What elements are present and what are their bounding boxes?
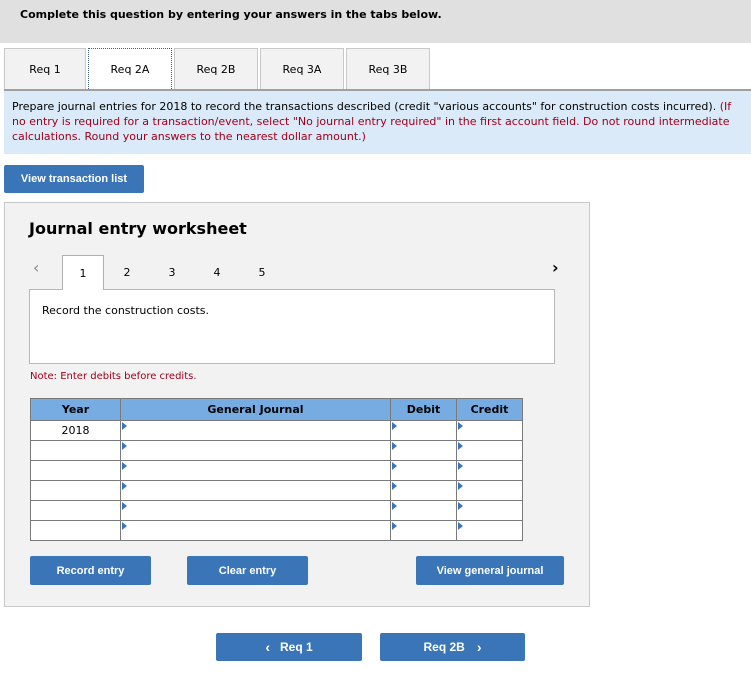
account-field[interactable] — [120, 440, 391, 461]
debits-note: Note: Enter debits before credits. — [30, 371, 197, 382]
tab-req-1[interactable]: Req 1 — [4, 48, 86, 90]
dropdown-marker-icon — [122, 522, 127, 530]
table-row: 2018 — [30, 420, 523, 441]
instructions-main: Prepare journal entries for 2018 to reco… — [12, 100, 717, 113]
tab-label: Req 3A — [282, 63, 322, 76]
year-cell — [30, 520, 121, 541]
table-header-row: Year General Journal Debit Credit — [30, 398, 523, 421]
table-row — [30, 520, 523, 541]
input-marker-icon — [458, 522, 463, 530]
input-marker-icon — [392, 442, 397, 450]
account-field[interactable] — [120, 420, 391, 441]
dropdown-marker-icon — [122, 482, 127, 490]
tab-label: Req 1 — [29, 63, 61, 76]
input-marker-icon — [392, 502, 397, 510]
clear-entry-button[interactable]: Clear entry — [187, 556, 308, 585]
column-header-credit: Credit — [456, 398, 523, 421]
record-entry-button[interactable]: Record entry — [30, 556, 151, 585]
tab-req-2a[interactable]: Req 2A — [88, 48, 172, 91]
page-tab-1[interactable]: 1 — [62, 255, 104, 290]
dropdown-marker-icon — [122, 442, 127, 450]
account-field[interactable] — [120, 460, 391, 481]
credit-field[interactable] — [456, 520, 523, 541]
requirement-tabs: Req 1 Req 2A Req 2B Req 3A Req 3B — [4, 48, 432, 91]
debit-field[interactable] — [390, 480, 457, 501]
chevron-right-icon[interactable]: › — [552, 258, 559, 277]
input-marker-icon — [458, 442, 463, 450]
transaction-description-box: Record the construction costs. — [29, 289, 555, 364]
credit-field[interactable] — [456, 440, 523, 461]
tab-label: Req 2B — [196, 63, 236, 76]
input-marker-icon — [458, 482, 463, 490]
tab-label: Req 3B — [368, 63, 408, 76]
debit-field[interactable] — [390, 500, 457, 521]
credit-field[interactable] — [456, 480, 523, 501]
next-requirement-label: Req 2B — [423, 640, 465, 654]
credit-field[interactable] — [456, 420, 523, 441]
dropdown-marker-icon — [122, 422, 127, 430]
account-field[interactable] — [120, 480, 391, 501]
input-marker-icon — [392, 422, 397, 430]
year-cell — [30, 480, 121, 501]
column-header-debit: Debit — [390, 398, 457, 421]
debit-field[interactable] — [390, 520, 457, 541]
tab-req-3a[interactable]: Req 3A — [260, 48, 344, 90]
prev-requirement-label: Req 1 — [279, 640, 313, 654]
debit-field[interactable] — [390, 420, 457, 441]
year-cell: 2018 — [30, 420, 121, 441]
chevron-left-icon[interactable]: ‹ — [33, 258, 39, 277]
chevron-left-icon: ‹ — [265, 639, 270, 655]
question-banner: Complete this question by entering your … — [0, 0, 751, 43]
tab-req-2b[interactable]: Req 2B — [174, 48, 258, 90]
table-row — [30, 500, 523, 521]
page-tab-3[interactable]: 3 — [151, 255, 193, 289]
table-row — [30, 440, 523, 461]
input-marker-icon — [458, 422, 463, 430]
view-transaction-list-button[interactable]: View transaction list — [4, 165, 144, 193]
input-marker-icon — [392, 462, 397, 470]
page-tab-5[interactable]: 5 — [241, 255, 283, 289]
account-field[interactable] — [120, 500, 391, 521]
tab-label: Req 2A — [110, 63, 150, 76]
page-number: 2 — [123, 265, 131, 279]
journal-table: Year General Journal Debit Credit 2018 — [30, 398, 523, 541]
column-header-year: Year — [30, 398, 121, 421]
input-marker-icon — [392, 522, 397, 530]
page-number: 4 — [213, 265, 221, 279]
column-header-general-journal: General Journal — [120, 398, 391, 421]
credit-field[interactable] — [456, 500, 523, 521]
input-marker-icon — [458, 462, 463, 470]
worksheet-title: Journal entry worksheet — [29, 219, 247, 238]
input-marker-icon — [392, 482, 397, 490]
next-requirement-button[interactable]: Req 2B › — [380, 633, 525, 661]
year-cell — [30, 500, 121, 521]
account-field[interactable] — [120, 520, 391, 541]
year-cell — [30, 440, 121, 461]
table-row — [30, 480, 523, 501]
banner-title: Complete this question by entering your … — [20, 8, 442, 21]
debit-field[interactable] — [390, 460, 457, 481]
view-general-journal-button[interactable]: View general journal — [416, 556, 564, 585]
page-number: 1 — [79, 266, 87, 280]
debit-field[interactable] — [390, 440, 457, 461]
dropdown-marker-icon — [122, 462, 127, 470]
credit-field[interactable] — [456, 460, 523, 481]
page-number: 5 — [258, 265, 266, 279]
instructions-panel: Prepare journal entries for 2018 to reco… — [4, 91, 751, 154]
page-tab-4[interactable]: 4 — [196, 255, 238, 289]
table-row — [30, 460, 523, 481]
journal-entry-worksheet: Journal entry worksheet ‹ 1 2 3 4 5 › Re… — [4, 202, 590, 607]
input-marker-icon — [458, 502, 463, 510]
page-number: 3 — [168, 265, 176, 279]
page-tab-2[interactable]: 2 — [106, 255, 148, 289]
prev-requirement-button[interactable]: ‹ Req 1 — [216, 633, 362, 661]
chevron-right-icon: › — [476, 639, 482, 655]
dropdown-marker-icon — [122, 502, 127, 510]
year-cell — [30, 460, 121, 481]
tab-req-3b[interactable]: Req 3B — [346, 48, 430, 90]
transaction-description: Record the construction costs. — [42, 304, 210, 317]
